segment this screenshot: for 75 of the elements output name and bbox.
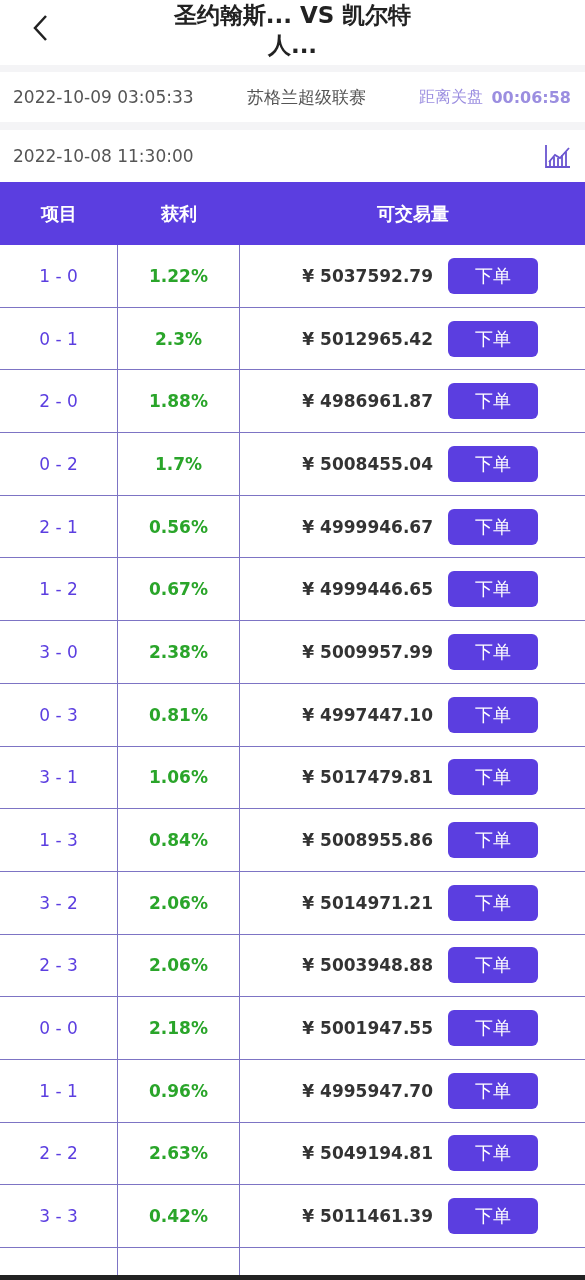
profit-cell: 0.56% — [149, 516, 208, 537]
score-cell: 1 - 0 — [39, 265, 78, 286]
profit-cell: 1.06% — [149, 767, 208, 788]
profit-cell: 1.22% — [149, 265, 208, 286]
order-button[interactable]: 下单 — [448, 1135, 538, 1172]
order-button[interactable]: 下单 — [448, 383, 538, 420]
order-button[interactable]: 下单 — [448, 571, 538, 608]
order-button[interactable]: 下单 — [448, 822, 538, 859]
chart-icon[interactable] — [545, 144, 571, 168]
profit-cell: 2.63% — [149, 1143, 208, 1164]
volume-cell: ¥ 5001947.55 — [302, 1018, 433, 1039]
score-cell: 3 - 2 — [39, 892, 78, 913]
profit-cell: 0.96% — [149, 1080, 208, 1101]
score-cell: 3 - 0 — [39, 641, 78, 662]
volume-cell: ¥ 4986961.87 — [302, 391, 433, 412]
profit-cell: 2.3% — [154, 328, 203, 349]
current-time: 2022-10-09 03:05:33 — [13, 87, 194, 107]
order-button[interactable]: 下单 — [448, 508, 538, 545]
order-button[interactable]: 下单 — [448, 1010, 538, 1047]
volume-cell: ¥ 4995947.70 — [302, 1080, 433, 1101]
score-cell: 1 - 3 — [39, 830, 78, 851]
profit-cell: 1.88% — [149, 391, 208, 412]
profit-cell: 2.06% — [149, 955, 208, 976]
score-cell: 1 - 1 — [39, 1080, 78, 1101]
column-header: 获利 — [160, 201, 198, 226]
volume-cell: ¥ 5008955.86 — [302, 830, 433, 851]
score-cell: 3 - 1 — [39, 767, 78, 788]
score-cell: 2 - 3 — [39, 955, 78, 976]
volume-cell: ¥ 5049194.81 — [302, 1143, 433, 1164]
volume-cell: ¥ 4999446.65 — [302, 579, 433, 600]
score-cell: 0 - 3 — [39, 704, 78, 725]
order-button[interactable]: 下单 — [448, 633, 538, 670]
score-cell: 3 - 3 — [39, 1206, 78, 1227]
volume-cell: ¥ 5017479.81 — [302, 767, 433, 788]
score-cell: 2 - 2 — [39, 1143, 78, 1164]
order-button[interactable]: 下单 — [448, 947, 538, 984]
order-button[interactable]: 下单 — [448, 1072, 538, 1109]
volume-cell: ¥ 5008455.04 — [302, 453, 433, 474]
order-button[interactable]: 下单 — [448, 320, 538, 357]
score-cell: 2 - 1 — [39, 516, 78, 537]
score-cell: 2 - 0 — [39, 391, 78, 412]
countdown-label: 距离关盘 — [419, 86, 484, 108]
volume-cell: ¥ 5009957.99 — [302, 641, 433, 662]
volume-cell: ¥ 5014971.21 — [302, 892, 433, 913]
volume-cell: ¥ 4997447.10 — [302, 704, 433, 725]
league-name: 苏格兰超级联赛 — [247, 85, 366, 109]
profit-cell: 2.18% — [149, 1018, 208, 1039]
match-title: 圣约翰斯... VS 凯尔特人... — [172, 0, 413, 60]
back-icon — [32, 14, 48, 42]
volume-cell: ¥ 4999946.67 — [302, 516, 433, 537]
profit-cell: 2.38% — [149, 641, 208, 662]
order-button[interactable]: 下单 — [448, 445, 538, 482]
column-header: 项目 — [39, 201, 78, 226]
volume-cell: ¥ 5003948.88 — [302, 955, 433, 976]
order-button[interactable]: 下单 — [448, 1198, 538, 1235]
order-button[interactable]: 下单 — [448, 884, 538, 921]
volume-cell: ¥ 5037592.79 — [302, 265, 433, 286]
volume-cell: ¥ 5011461.39 — [302, 1206, 433, 1227]
profit-cell: 2.06% — [149, 892, 208, 913]
volume-cell: ¥ 5012965.42 — [302, 328, 433, 349]
score-cell: 0 - 1 — [39, 328, 78, 349]
score-cell: 1 - 2 — [39, 579, 78, 600]
order-button[interactable]: 下单 — [448, 257, 538, 294]
column-header: 可交易量 — [375, 201, 450, 226]
score-cell: 0 - 0 — [39, 1018, 78, 1039]
score-cell: 0 - 2 — [39, 453, 78, 474]
match-time: 2022-10-08 11:30:00 — [13, 146, 194, 166]
order-button[interactable]: 下单 — [448, 696, 538, 733]
countdown: 00:06:58 — [491, 87, 571, 107]
order-button[interactable]: 下单 — [448, 759, 538, 796]
profit-cell: 1.7% — [154, 453, 203, 474]
profit-cell: 0.42% — [149, 1206, 208, 1227]
profit-cell: 0.67% — [149, 579, 208, 600]
profit-cell: 0.81% — [149, 704, 208, 725]
profit-cell: 0.84% — [149, 830, 208, 851]
